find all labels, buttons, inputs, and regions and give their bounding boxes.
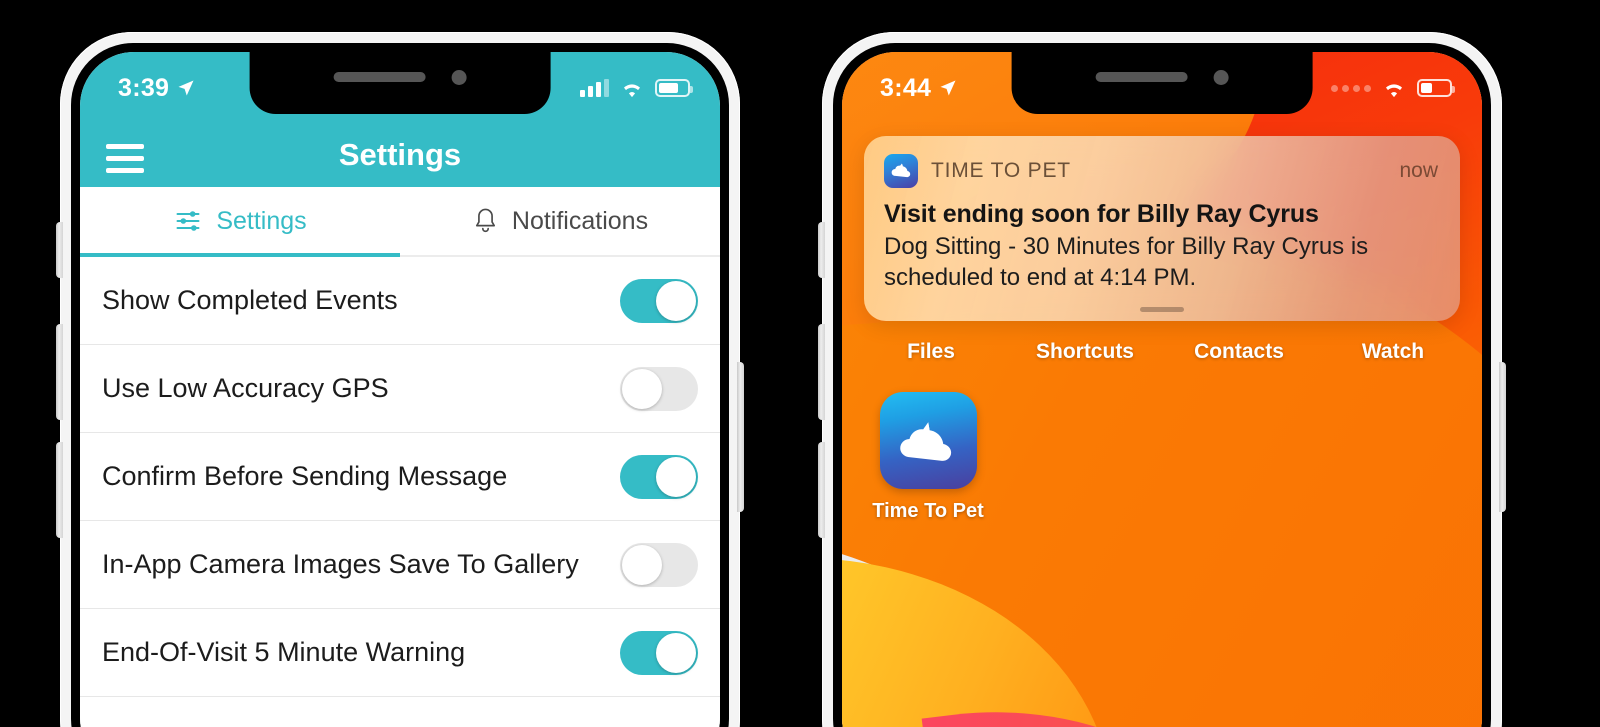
settings-row-show-completed-events[interactable]: Show Completed Events	[80, 257, 720, 345]
location-arrow-icon	[178, 80, 194, 96]
hamburger-menu-icon[interactable]	[106, 144, 144, 173]
notification-app-name: TIME TO PET	[931, 159, 1071, 182]
wifi-icon	[623, 83, 641, 97]
left-phone-bezel: Settings 3:39 Settings Notifications Sho…	[71, 43, 729, 727]
settings-list: Show Completed Events Use Low Accuracy G…	[80, 257, 720, 727]
front-camera-icon	[1213, 69, 1229, 85]
location-arrow-icon	[940, 80, 956, 96]
notification-header: TIME TO PET now	[884, 154, 1438, 188]
time-to-pet-app-icon	[884, 154, 918, 188]
toggle-confirm-before-sending-message[interactable]	[620, 454, 698, 499]
tab-notifications[interactable]: Notifications	[400, 187, 720, 255]
notification-title: Visit ending soon for Billy Ray Cyrus	[884, 200, 1319, 228]
settings-row-in-app-camera-images-save-to-gallery[interactable]: In-App Camera Images Save To Gallery	[80, 521, 720, 609]
notification-timestamp: now	[1399, 159, 1438, 182]
bell-icon	[475, 208, 495, 232]
toggle-in-app-camera-images-save-to-gallery[interactable]	[620, 542, 698, 587]
toggle-use-low-accuracy-gps[interactable]	[620, 366, 698, 411]
folder-label-watch[interactable]: Watch	[1316, 340, 1470, 364]
page-title: Settings	[338, 137, 462, 172]
time-to-pet-app-icon	[879, 392, 977, 489]
settings-row-end-of-visit-5-minute-warning[interactable]: End-Of-Visit 5 Minute Warning	[80, 609, 720, 697]
volume-up-button-right[interactable]	[818, 324, 825, 420]
sliders-icon	[176, 211, 200, 231]
settings-row-label: Use Low Accuracy GPS	[102, 373, 389, 403]
earpiece-speaker-icon	[333, 72, 426, 82]
battery-icon	[655, 79, 693, 97]
notification-banner[interactable]: TIME TO PET now Visit ending soon for Bi…	[864, 136, 1460, 322]
folder-label-shortcuts[interactable]: Shortcuts	[1008, 340, 1162, 364]
power-button-right[interactable]	[1499, 362, 1506, 512]
settings-row-confirm-before-sending-message[interactable]: Confirm Before Sending Message	[80, 433, 720, 521]
settings-row-label: In-App Camera Images Save To Gallery	[102, 549, 579, 579]
settings-row-label: Confirm Before Sending Message	[102, 461, 508, 491]
front-camera-icon	[451, 69, 467, 85]
folder-label-files[interactable]: Files	[854, 340, 1008, 364]
volume-down-button[interactable]	[56, 442, 63, 538]
settings-row-use-low-accuracy-gps[interactable]: Use Low Accuracy GPS	[80, 345, 720, 433]
wifi-icon	[1385, 83, 1403, 97]
toggle-end-of-visit-5-minute-warning[interactable]	[620, 630, 698, 675]
tab-settings[interactable]: Settings	[80, 187, 400, 257]
mute-switch-button-right[interactable]	[818, 222, 825, 278]
right-phone-screen: 3:44 TIME TO PET now Visit ending soon f…	[842, 52, 1482, 727]
status-time: 3:39	[118, 73, 170, 102]
tab-settings-label: Settings	[216, 206, 307, 235]
folder-label-contacts[interactable]: Contacts	[1162, 340, 1316, 364]
mute-switch-button[interactable]	[56, 222, 63, 278]
notification-grabber-handle[interactable]	[1140, 307, 1184, 313]
toggle-show-completed-events[interactable]	[620, 278, 698, 323]
right-phone-bezel: 3:44 TIME TO PET now Visit ending soon f…	[833, 43, 1491, 727]
cellular-dots-icon	[1331, 84, 1371, 92]
settings-row-label: End-Of-Visit 5 Minute Warning	[102, 637, 466, 667]
tab-notifications-label: Notifications	[511, 206, 649, 235]
settings-tab-bar: Settings Notifications	[80, 187, 720, 257]
left-phone-screen: Settings 3:39 Settings Notifications Sho…	[80, 52, 720, 727]
right-phone-device: 3:44 TIME TO PET now Visit ending soon f…	[818, 32, 1506, 727]
power-button[interactable]	[737, 362, 744, 512]
volume-up-button[interactable]	[56, 324, 63, 420]
battery-icon	[1417, 79, 1455, 97]
status-time: 3:44	[880, 73, 932, 102]
earpiece-speaker-icon	[1095, 72, 1188, 82]
home-app-grid: Time To Pet	[872, 392, 1452, 523]
volume-down-button-right[interactable]	[818, 442, 825, 538]
right-phone-notch	[1011, 52, 1313, 114]
app-label-time-to-pet: Time To Pet	[872, 500, 984, 522]
notification-body: Dog Sitting - 30 Minutes for Billy Ray C…	[884, 233, 1369, 291]
cellular-bars-icon	[580, 79, 609, 97]
home-folder-label-row: Files Shortcuts Contacts Watch	[842, 340, 1482, 364]
left-phone-notch	[249, 52, 551, 114]
app-icon-time-to-pet[interactable]: Time To Pet	[872, 392, 984, 523]
settings-row-label: Show Completed Events	[102, 285, 398, 315]
left-phone-device: Settings 3:39 Settings Notifications Sho…	[56, 32, 744, 727]
screenshot-stage: Settings 3:39 Settings Notifications Sho…	[0, 0, 1600, 727]
